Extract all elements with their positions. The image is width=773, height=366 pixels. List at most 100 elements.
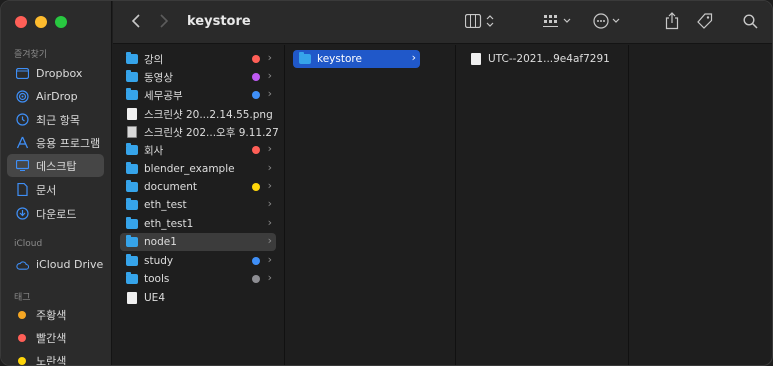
folder-icon [126,254,138,266]
sidebar-item-tag-red[interactable]: 빨간색 [7,326,104,349]
list-item[interactable]: 세무공부 › [120,86,276,104]
list-item-label: 스크린샷 20...2.14.55.png [144,108,273,121]
view-mode-button[interactable] [464,13,495,32]
list-item[interactable]: tools › [120,270,276,288]
list-item[interactable]: 스크린샷 202...오후 9.11.27 [120,123,279,141]
list-item[interactable]: eth_test1 › [120,215,276,233]
chevron-right-icon: › [267,69,272,82]
favorites-section-label: 즐겨찾기 [14,50,48,60]
ellipsis-circle-icon [593,13,620,29]
sidebar-item-dropbox[interactable]: Dropbox [7,62,104,85]
minimize-button[interactable] [35,16,47,28]
list-item[interactable]: 강의 › [120,50,276,68]
red-tag-icon [252,55,260,63]
sidebar-item-label: 문서 [36,183,57,197]
list-item-label: eth_test1 [144,218,194,230]
yellow-tag-icon [252,183,260,191]
column-desktop[interactable]: 강의 › 동영상 › 세무공부 › 스크린샷 20...2.14.55.png … [113,45,285,365]
list-item[interactable]: eth_test › [120,196,276,214]
action-button[interactable] [593,13,623,33]
desktop-icon [16,159,29,172]
image-file-icon [127,126,137,138]
chevron-right-icon: › [411,51,416,64]
red-tag-icon [18,333,26,342]
list-item[interactable]: 스크린샷 20...2.14.55.png [120,105,276,123]
list-item-keystore[interactable]: keystore › [293,50,420,68]
file-icon [127,292,137,304]
purple-tag-icon [252,73,260,81]
sidebar-item-label: 응용 프로그램 [36,136,101,150]
column-empty[interactable] [630,45,772,365]
sidebar-item-documents[interactable]: 문서 [7,178,104,201]
applications-icon [16,136,29,149]
list-item[interactable]: 동영상 › [120,68,276,86]
chevron-right-icon: › [267,87,272,100]
sidebar-item-recents[interactable]: 최근 항목 [7,108,104,131]
search-icon [743,14,758,29]
folder-icon [126,88,138,100]
file-icon [127,108,137,120]
sidebar-item-tag-orange[interactable]: 주황색 [7,303,104,326]
sidebar-item-desktop[interactable]: 데스크탑 [7,154,104,177]
folder-icon [126,235,138,247]
zoom-button[interactable] [55,16,67,28]
chevron-right-icon: › [267,51,272,64]
sidebar-item-tag-yellow[interactable]: 노란색 [7,349,104,365]
list-item-label: 강의 [144,53,164,66]
chevron-right-icon: › [267,271,272,284]
yellow-tag-icon [18,356,26,365]
list-item[interactable]: UE4 [120,289,276,307]
tags-section-label: 태그 [14,293,31,303]
chevron-right-icon: › [267,216,272,229]
column-node1[interactable]: keystore › [286,45,456,365]
sidebar-item-applications[interactable]: 응용 프로그램 [7,131,104,154]
share-icon [665,12,679,30]
list-item-utc-file[interactable]: UTC--2021...9e4af7291 [464,50,610,68]
back-button[interactable] [131,13,141,33]
columns-view-icon [464,13,494,29]
list-item[interactable]: blender_example › [120,160,276,178]
tags-button[interactable] [696,13,713,34]
folder-icon [126,143,138,155]
close-button[interactable] [15,16,27,28]
search-button[interactable] [743,14,758,33]
column-keystore[interactable]: UTC--2021...9e4af7291 [457,45,629,365]
forward-button[interactable] [159,13,169,33]
sidebar-item-label: 데스크탑 [36,159,77,173]
sidebar-item-label: 다운로드 [36,207,77,221]
folder-icon [126,52,138,64]
list-item-label: tools [144,273,170,285]
list-item-label: UTC--2021...9e4af7291 [488,53,610,65]
dropbox-icon [16,67,29,80]
orange-tag-icon [18,310,26,319]
icloud-section-label: iCloud [14,239,43,249]
folder-icon [126,198,138,210]
folder-icon [299,52,311,64]
chevron-right-icon: › [267,234,272,247]
group-button[interactable] [543,14,573,32]
list-item-label: 세무공부 [144,89,183,102]
sidebar-item-downloads[interactable]: 다운로드 [7,202,104,225]
sidebar-item-label: 주황색 [36,308,67,322]
red-tag-icon [252,146,260,154]
chevron-right-icon: › [267,197,272,210]
share-button[interactable] [665,12,679,34]
sidebar-item-icloud-drive[interactable]: iCloud Drive [7,253,104,276]
folder-icon [126,180,138,192]
list-item-label: keystore [317,53,362,65]
toolbar: keystore [113,1,772,44]
list-item-label: 회사 [144,144,164,157]
window-controls [15,16,67,28]
list-item[interactable]: study › [120,252,276,270]
list-item-node1[interactable]: node1 › [120,233,276,251]
chevron-right-icon [160,14,169,28]
list-item[interactable]: 회사 › [120,141,276,159]
tag-icon [697,13,713,29]
document-icon [16,183,29,196]
list-item-label: UE4 [144,292,165,304]
chevron-right-icon: › [267,253,272,266]
grid-group-icon [543,15,571,27]
list-item[interactable]: document › [120,178,276,196]
chevron-right-icon: › [267,161,272,174]
sidebar-item-airdrop[interactable]: AirDrop [7,85,104,108]
